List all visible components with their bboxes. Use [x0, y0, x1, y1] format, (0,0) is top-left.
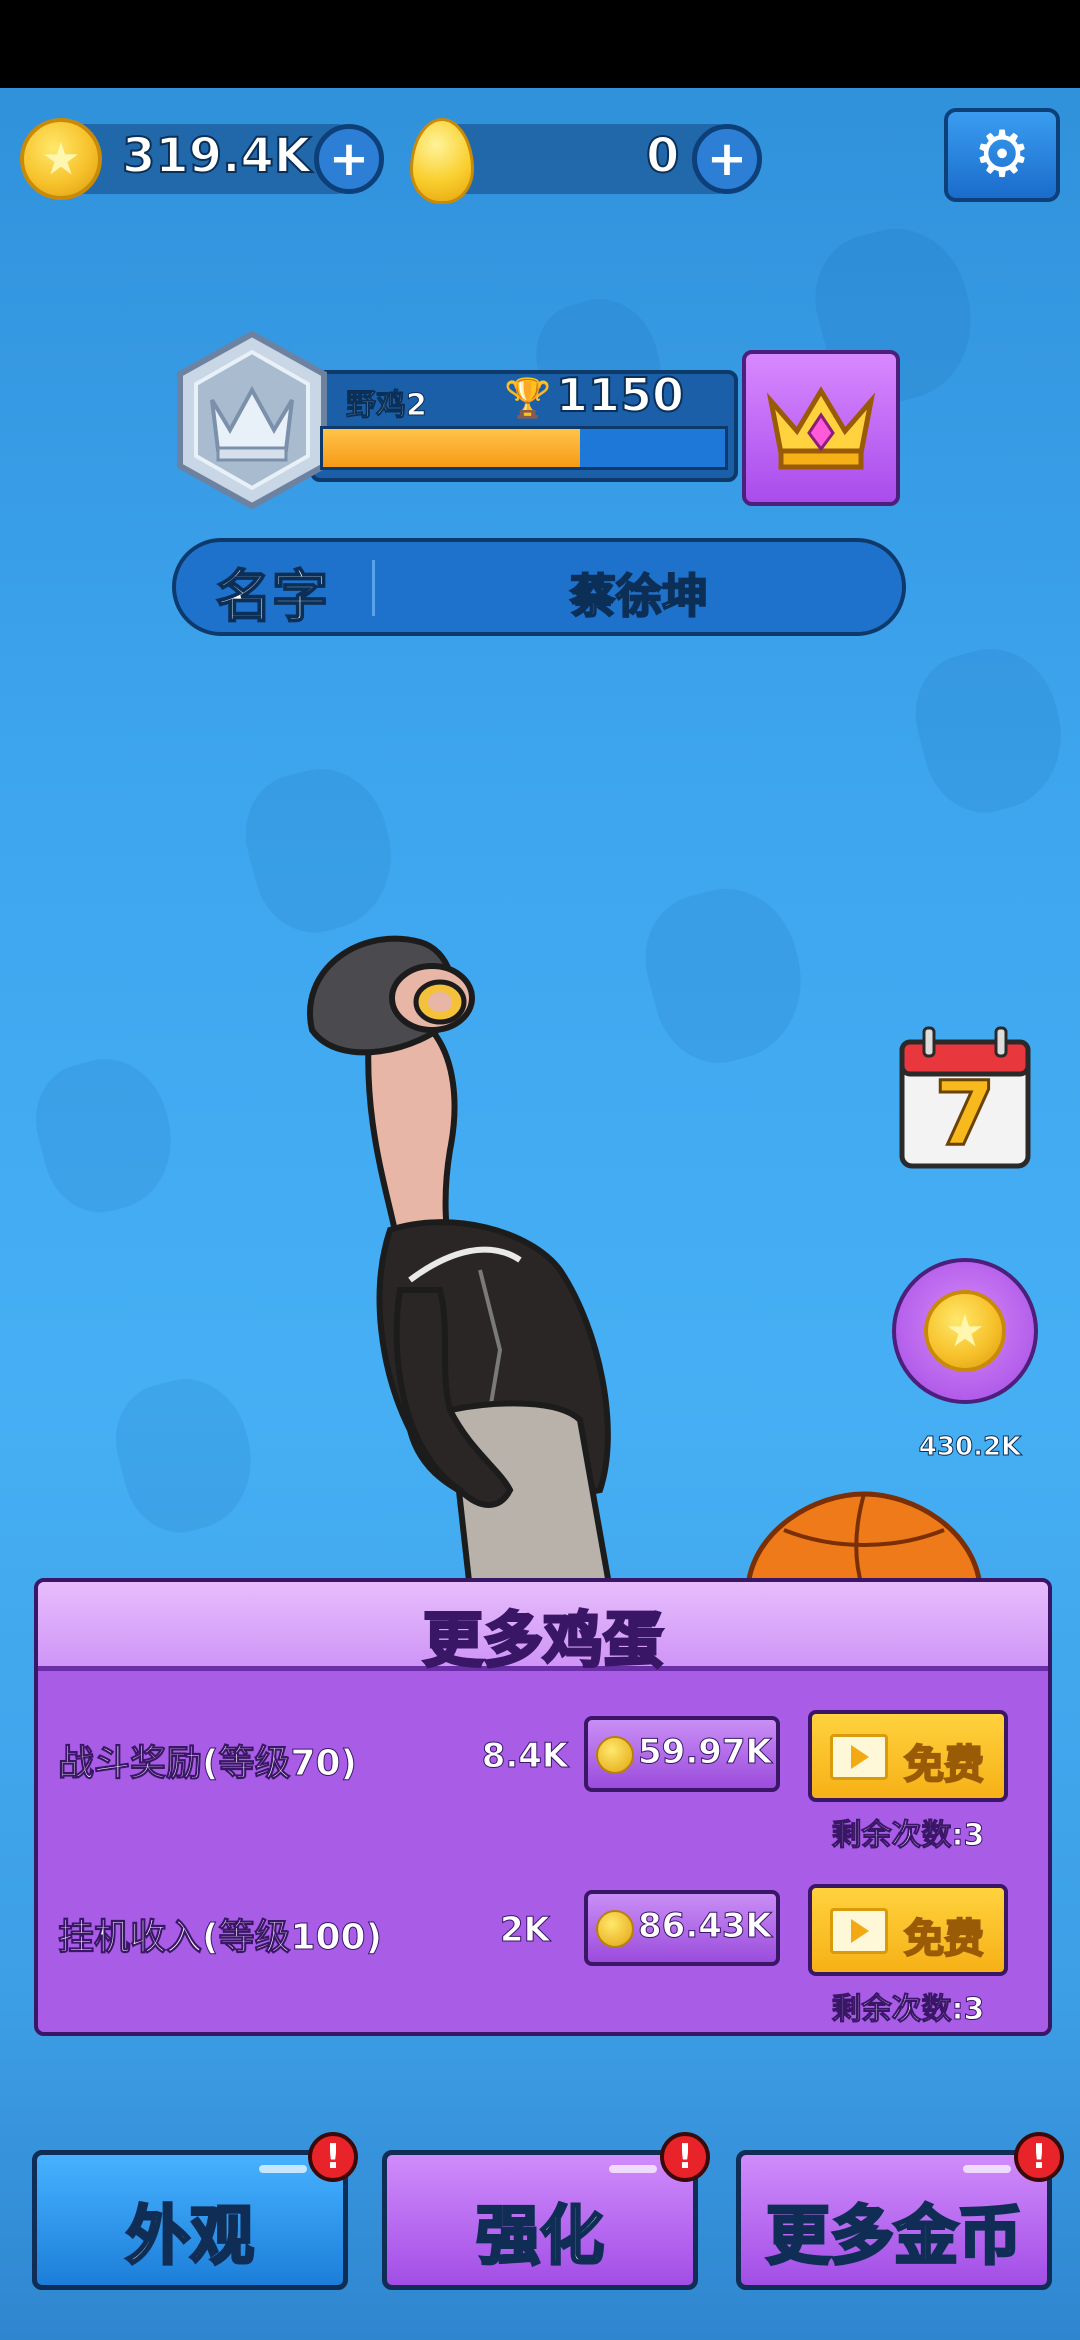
battle-reward-free-button[interactable]: 免费 — [808, 1710, 1008, 1802]
background-pattern — [102, 1365, 268, 1545]
more-eggs-panel: 更多鸡蛋 战斗奖励(等级70) 8.4K 59.97K 免费 剩余次数:3 挂机… — [34, 1578, 1052, 2036]
battle-reward-buy-button[interactable]: 59.97K — [584, 1716, 780, 1792]
name-label: 名字 — [215, 564, 329, 631]
coin-amount: 319.4K — [121, 127, 312, 185]
coin-icon — [596, 1910, 634, 1948]
rank-progress-bar — [320, 426, 728, 470]
upgrade-label: 强化 — [475, 2199, 606, 2276]
crown-icon — [766, 386, 876, 470]
panel-header: 更多鸡蛋 — [38, 1582, 1048, 1678]
video-icon — [830, 1908, 888, 1954]
daily-calendar-button[interactable]: 7 — [898, 1024, 1032, 1170]
coin-reward-amount: 430.2K — [918, 1432, 1022, 1463]
upgrade-button[interactable]: 强化 — [382, 2150, 698, 2290]
egg-amount: 0 — [645, 127, 680, 185]
trophy-count: 1150 — [555, 367, 685, 423]
player-name-bar[interactable]: 名字 蔡徐坤 — [172, 538, 906, 636]
add-coins-button[interactable]: + — [314, 124, 384, 194]
more-coins-alert-icon: ! — [1014, 2132, 1064, 2182]
basketball-icon — [745, 1491, 983, 1589]
more-coins-button[interactable]: 更多金币 — [736, 2150, 1052, 2290]
coin-reward-button[interactable]: ★ — [892, 1258, 1038, 1404]
idle-income-buy-button[interactable]: 86.43K — [584, 1890, 780, 1966]
status-bar — [0, 0, 1080, 88]
coin-icon — [596, 1736, 634, 1774]
more-coins-label: 更多金币 — [765, 2199, 1024, 2276]
video-icon — [830, 1734, 888, 1780]
background-pattern — [901, 634, 1079, 826]
trophy-icon: 🏆 — [504, 376, 552, 420]
settings-button[interactable]: ⚙ — [944, 108, 1060, 202]
rank-badge-icon — [177, 330, 327, 510]
appearance-alert-icon: ! — [308, 2132, 358, 2182]
coin-icon: ★ — [20, 118, 102, 200]
free-label: 免费 — [903, 1915, 985, 1963]
idle-income-price: 86.43K — [638, 1906, 773, 1947]
idle-income-free-button[interactable]: 免费 — [808, 1884, 1008, 1976]
battle-reward-remaining: 剩余次数:3 — [831, 1818, 985, 1854]
upgrade-alert-icon: ! — [660, 2132, 710, 2182]
player-character — [307, 935, 614, 1590]
battle-reward-price: 59.97K — [638, 1732, 773, 1773]
rank-name: 野鸡2 — [346, 388, 428, 424]
add-eggs-button[interactable]: + — [692, 124, 762, 194]
name-divider — [372, 560, 375, 616]
idle-income-label: 挂机收入(等级100) — [57, 1917, 383, 1959]
idle-income-value: 2K — [499, 1910, 550, 1951]
button-shine — [609, 2165, 657, 2173]
battle-reward-value: 8.4K — [481, 1736, 569, 1777]
appearance-button[interactable]: 外观 — [32, 2150, 348, 2290]
calendar-day: 7 — [933, 1062, 997, 1165]
free-label: 免费 — [903, 1741, 985, 1789]
button-shine — [963, 2165, 1011, 2173]
background-pattern — [22, 1045, 188, 1225]
coin-icon: ★ — [924, 1290, 1006, 1372]
button-shine — [259, 2165, 307, 2173]
background-pattern — [231, 754, 409, 946]
battle-reward-label: 战斗奖励(等级70) — [57, 1743, 358, 1785]
idle-income-remaining: 剩余次数:3 — [831, 1992, 985, 2028]
appearance-label: 外观 — [125, 2199, 256, 2276]
gear-icon: ⚙ — [973, 118, 1031, 192]
crown-rank-button[interactable] — [742, 350, 900, 506]
rank-progress-fill — [323, 429, 581, 467]
panel-title: 更多鸡蛋 — [422, 1605, 665, 1678]
player-name: 蔡徐坤 — [569, 568, 709, 624]
